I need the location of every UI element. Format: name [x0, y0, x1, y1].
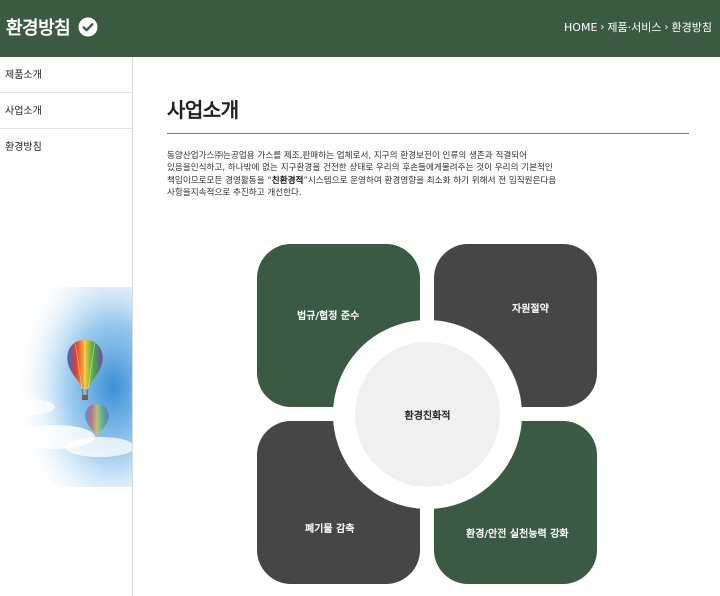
- breadcrumb: HOME › 제품·서비스 › 환경방침: [564, 19, 712, 35]
- intro-paragraph: 동양산업가스㈜는공업용 가스를 제조,판매하는 업체로서, 지구의 환경보전이 …: [167, 150, 637, 199]
- page-title: 사업소개: [167, 98, 239, 122]
- breadcrumb-products-services[interactable]: 제품·서비스: [607, 19, 661, 35]
- petal-label: 환경/안전 실천능력 강화: [466, 529, 569, 540]
- intro-line: 동양산업가스㈜는공업용 가스를 제조,판매하는 업체로서, 지구의 환경보전이 …: [167, 151, 528, 161]
- top-header: 환경방침 HOME › 제품·서비스 › 환경방침: [0, 0, 720, 57]
- breadcrumb-home[interactable]: HOME: [564, 21, 597, 34]
- sidebar-item-environment-policy[interactable]: 환경방침: [0, 129, 132, 165]
- center-circle: 환경친화적: [355, 342, 500, 487]
- intro-text: ”시스템으로 운영하여 환경영향을 최소화 하기 위해서 전 임직원은다음: [303, 175, 557, 186]
- check-circle-icon: [78, 17, 98, 37]
- title-divider: [167, 133, 689, 134]
- policy-diagram: 법규/협정 준수 자원절약 폐기물 감축 환경/안전 실천능력 강화 환경친화적: [257, 244, 598, 584]
- center-label: 환경친화적: [404, 411, 451, 422]
- breadcrumb-current: 환경방침: [671, 21, 712, 34]
- sidebar-item-products[interactable]: 제품소개: [0, 57, 132, 93]
- hot-air-balloon-illustration: [0, 287, 132, 487]
- sidebar: 제품소개 사업소개 환경방침: [0, 57, 133, 596]
- page-category-title: 환경방침: [6, 18, 71, 39]
- chevron-right-icon: ›: [664, 21, 669, 33]
- intro-line: 있음을인식하고, 하나밖에 없는 지구환경을 건전한 상태로 우리의 후손들에게…: [167, 163, 553, 174]
- sidebar-item-business[interactable]: 사업소개: [0, 93, 132, 129]
- petal-label: 자원절약: [512, 304, 549, 315]
- brand: 환경방침: [6, 12, 98, 42]
- main-content: 사업소개 동양산업가스㈜는공업용 가스를 제조,판매하는 업체로서, 지구의 환…: [133, 57, 720, 596]
- intro-text: 책임이므로모든 경영활동을 “: [167, 175, 272, 186]
- intro-line: 사항을지속적으로 추진하고 개선한다.: [167, 187, 302, 198]
- petal-label: 법규/협정 준수: [297, 311, 360, 322]
- intro-emphasis: 친환경적: [271, 175, 304, 186]
- chevron-right-icon: ›: [600, 21, 605, 33]
- intro-line: 책임이므로모든 경영활동을 “친환경적”시스템으로 운영하여 환경영향을 최소화…: [167, 175, 637, 187]
- petal-label: 폐기물 감축: [305, 524, 355, 535]
